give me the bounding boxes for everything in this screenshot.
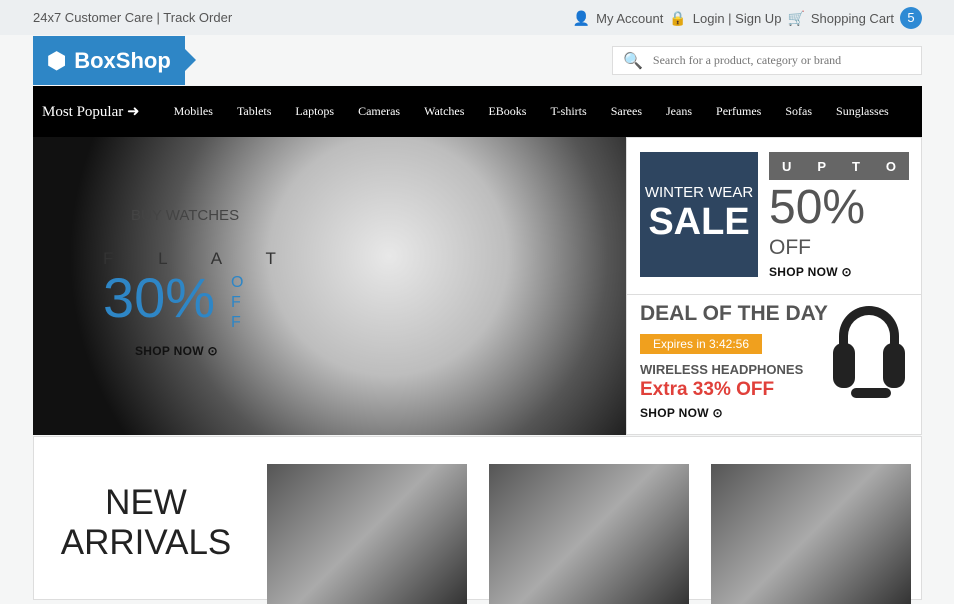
my-account-link[interactable]: My Account: [596, 11, 663, 26]
nav-item[interactable]: T-shirts: [550, 104, 586, 119]
sale-line2: SALE: [648, 201, 750, 243]
headphones-cup-right: [883, 343, 905, 388]
nav-item[interactable]: Laptops: [295, 104, 334, 119]
search-icon[interactable]: 🔍: [623, 51, 643, 71]
sale-shop-now[interactable]: SHOP NOW ⊙: [769, 265, 852, 279]
logo-text: BoxShop: [74, 47, 171, 73]
sale-line1: WINTER WEAR: [644, 184, 754, 201]
divider: [627, 294, 921, 295]
hero-shop-now[interactable]: SHOP NOW ⊙: [135, 344, 218, 358]
customer-care-link[interactable]: 24x7 Customer Care | Track Order: [33, 10, 232, 25]
nav-item[interactable]: Sunglasses: [836, 104, 889, 119]
user-icon: 👤: [572, 9, 591, 26]
login-link[interactable]: Login | Sign Up: [693, 11, 782, 26]
shopping-cart-link[interactable]: Shopping Cart: [811, 11, 894, 26]
new-arrivals-section: NEW ARRIVALS: [33, 436, 922, 604]
upto-banner: UPTO: [769, 152, 909, 180]
new-arrivals-title: NEW ARRIVALS: [60, 483, 232, 562]
hero-buy-text: BUY WATCHES: [131, 207, 240, 224]
deal-product: WIRELESS HEADPHONES: [640, 362, 804, 377]
nav-item[interactable]: Mobiles: [174, 104, 213, 119]
headphones-cup-left: [833, 343, 855, 388]
promo-panel: WINTER WEAR SALE UPTO 50% OFF SHOP NOW ⊙…: [626, 137, 922, 435]
winter-sale-box[interactable]: WINTER WEAR SALE: [640, 152, 758, 277]
product-image-boots[interactable]: [711, 464, 911, 604]
nav-item[interactable]: Watches: [424, 104, 464, 119]
headphones-stand: [851, 388, 891, 398]
hero-banner-watches[interactable]: BUY WATCHES F L A T 30% OFF SHOP NOW ⊙: [33, 137, 626, 435]
category-nav: Most Popular ➜ Mobiles Tablets Laptops C…: [33, 86, 922, 137]
deal-offer: Extra 33% OFF: [640, 379, 775, 400]
product-image-watch[interactable]: [267, 464, 467, 604]
deal-shop-now[interactable]: SHOP NOW ⊙: [640, 406, 723, 420]
top-bar: 24x7 Customer Care | Track Order 👤 My Ac…: [0, 0, 954, 35]
sale-off: OFF: [769, 236, 811, 259]
arrow-right-icon: ➜: [127, 104, 140, 120]
lock-icon: 🔒: [669, 9, 687, 26]
nav-item[interactable]: Sofas: [785, 104, 812, 119]
search-box: 🔍: [612, 46, 922, 75]
nav-item[interactable]: Jeans: [666, 104, 692, 119]
hero-off: OFF: [231, 274, 244, 331]
deal-timer: Expires in 3:42:56: [640, 334, 762, 354]
hero-percent: 30%: [103, 266, 216, 329]
cart-count-badge: 5: [900, 7, 922, 29]
nav-item[interactable]: Tablets: [237, 104, 271, 119]
nav-item[interactable]: EBooks: [488, 104, 526, 119]
nav-item[interactable]: Perfumes: [716, 104, 761, 119]
logo[interactable]: ⬢ BoxShop: [33, 36, 196, 85]
cart-icon: 🛒: [787, 9, 805, 26]
most-popular[interactable]: Most Popular ➜: [42, 102, 140, 121]
product-image-jacket[interactable]: [489, 464, 689, 604]
nav-item[interactable]: Cameras: [358, 104, 400, 119]
search-input[interactable]: [652, 53, 913, 68]
box-icon: ⬢: [47, 47, 67, 73]
deal-title: DEAL OF THE DAY: [640, 302, 828, 325]
nav-item[interactable]: Sarees: [611, 104, 642, 119]
sale-percent: 50%: [769, 181, 866, 234]
